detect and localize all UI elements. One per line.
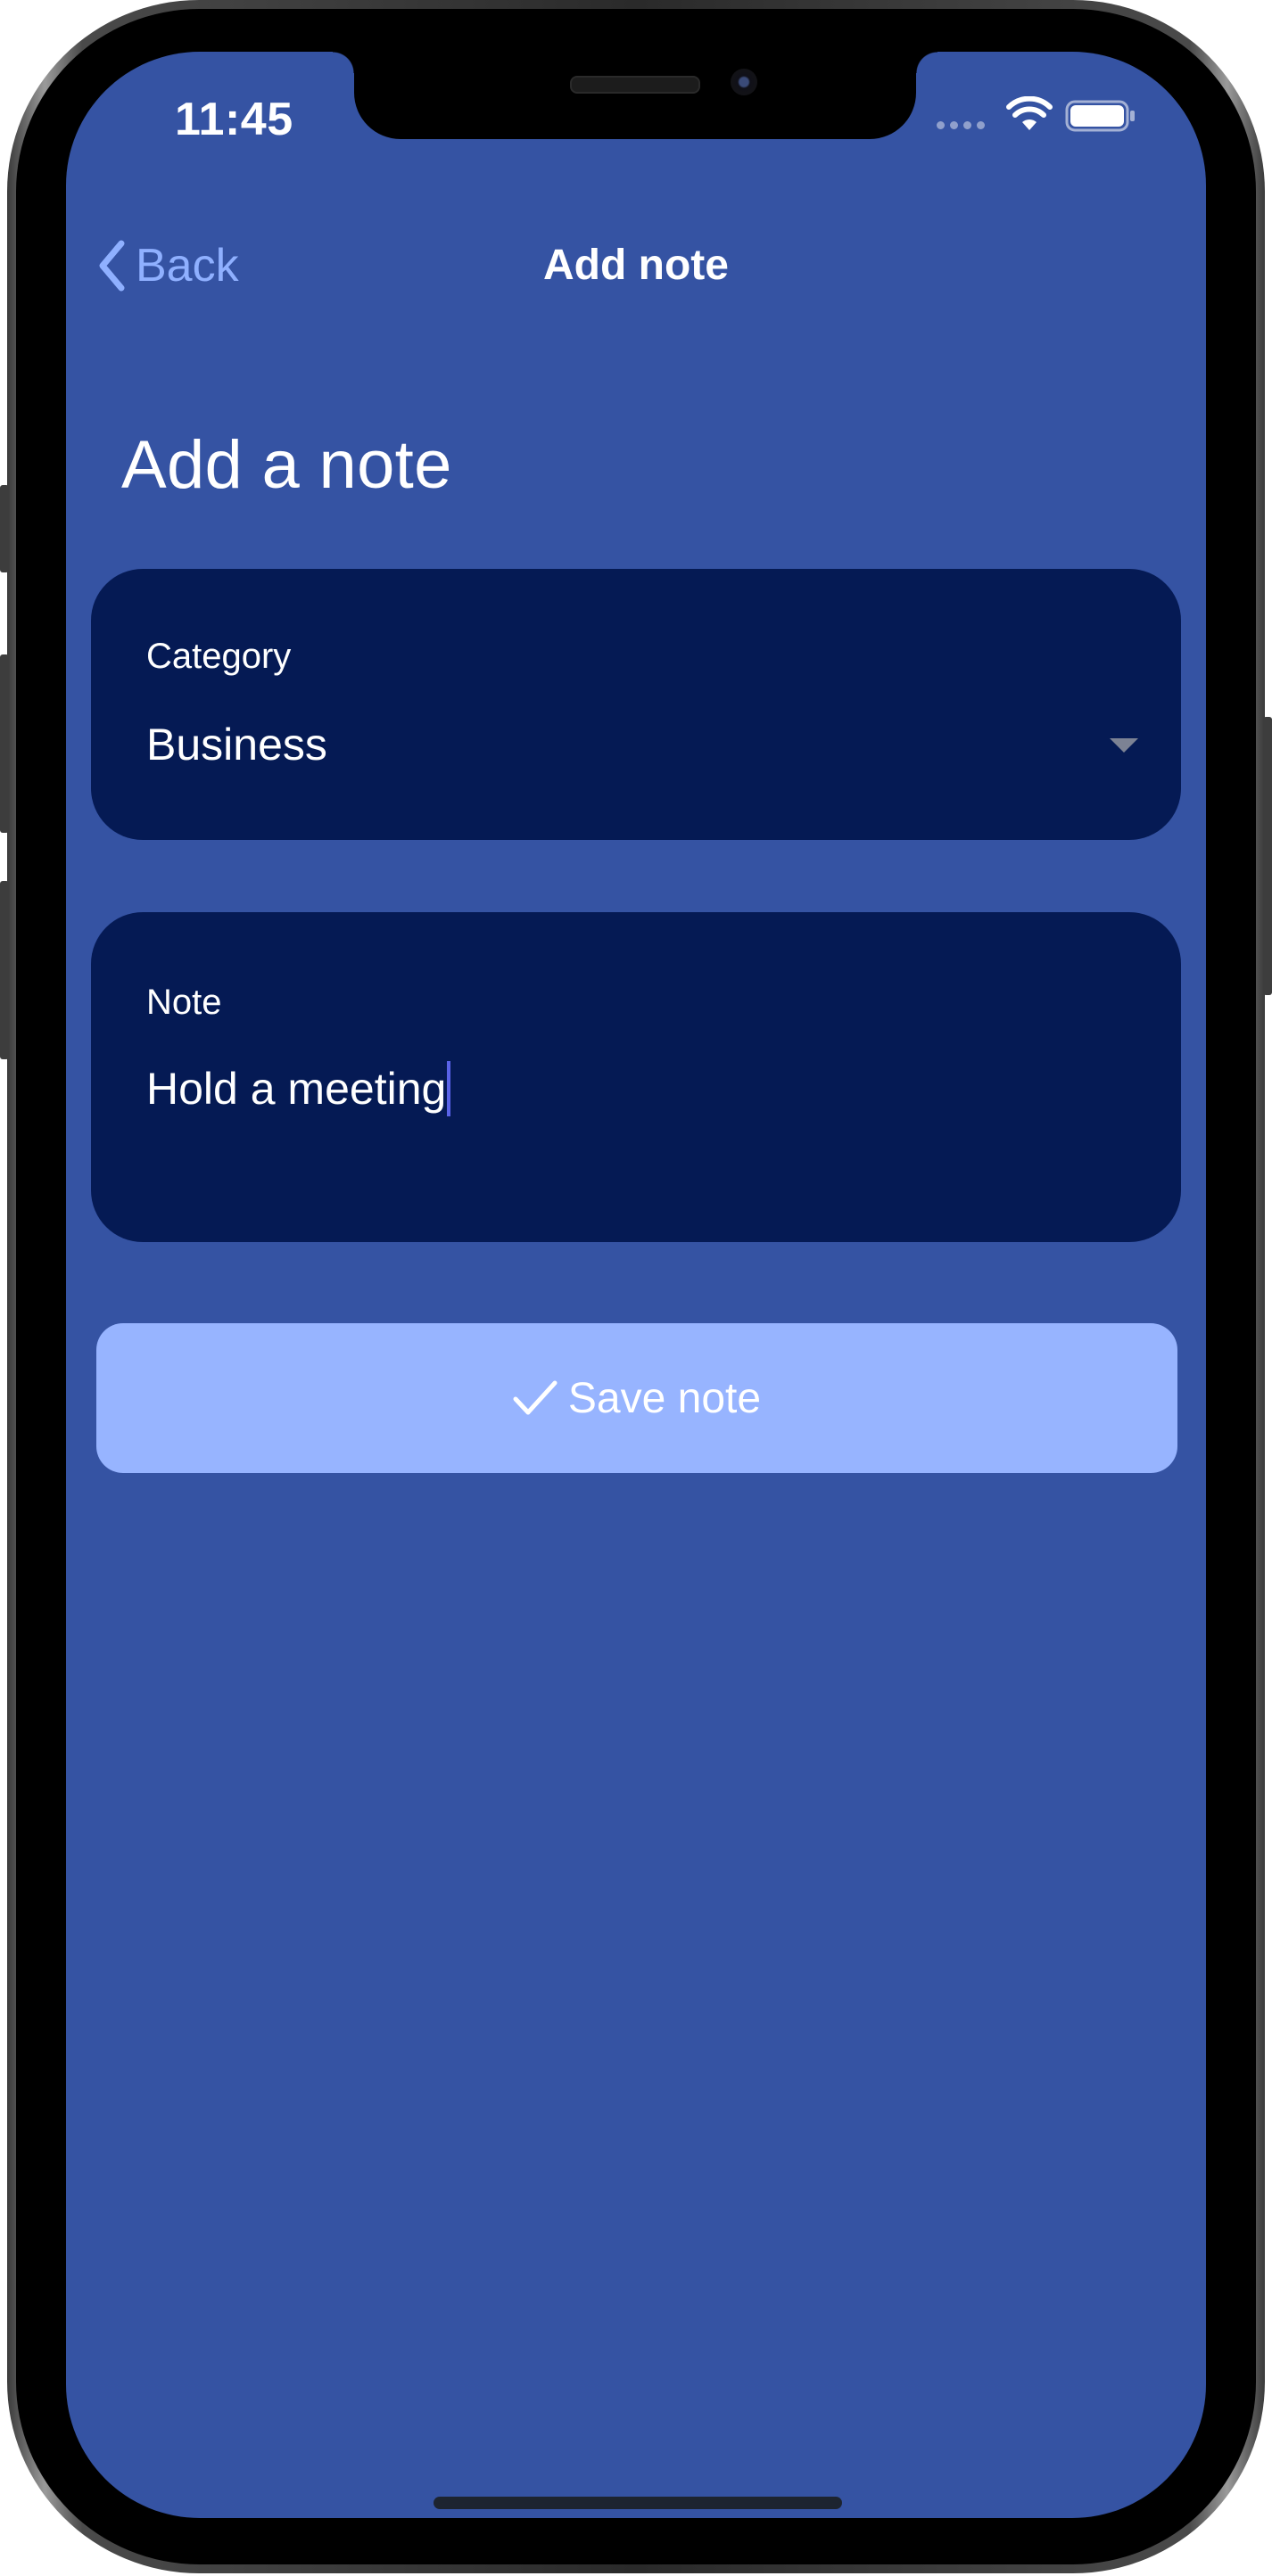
notch-corner-left [333, 52, 354, 73]
back-button[interactable]: Back [98, 239, 239, 292]
front-camera [731, 69, 757, 95]
note-label: Note [146, 983, 222, 1022]
save-note-label: Save note [567, 1374, 762, 1422]
volume-down-button [0, 881, 9, 1059]
category-selected-value: Business [146, 720, 327, 770]
wifi-icon [1006, 96, 1053, 130]
checkmark-icon [513, 1380, 558, 1415]
note-value: Hold a meeting [146, 1064, 447, 1114]
back-button-label: Back [136, 240, 239, 292]
home-indicator[interactable] [434, 2497, 842, 2509]
note-input[interactable]: Note Hold a meeting [91, 912, 1181, 1242]
notch [354, 52, 916, 139]
earpiece-speaker [570, 76, 700, 94]
app-screen: 11:45 Add note Back Add a note Category … [66, 52, 1206, 2518]
chevron-left-icon [99, 240, 125, 292]
category-dropdown[interactable]: Category Business [91, 569, 1181, 840]
battery-icon [1065, 100, 1135, 132]
status-time: 11:45 [175, 94, 293, 145]
dropdown-arrow-icon [1110, 738, 1138, 753]
save-note-button[interactable]: Save note [96, 1323, 1177, 1473]
page-title: Add a note [121, 427, 452, 503]
notch-corner-right [916, 52, 937, 73]
signal-dots-icon [937, 121, 985, 129]
power-button [1263, 717, 1272, 995]
silent-switch [0, 485, 9, 572]
category-label: Category [146, 637, 292, 676]
note-text-area[interactable]: Hold a meeting [146, 1061, 451, 1116]
text-caret [447, 1061, 451, 1116]
volume-up-button [0, 654, 9, 833]
